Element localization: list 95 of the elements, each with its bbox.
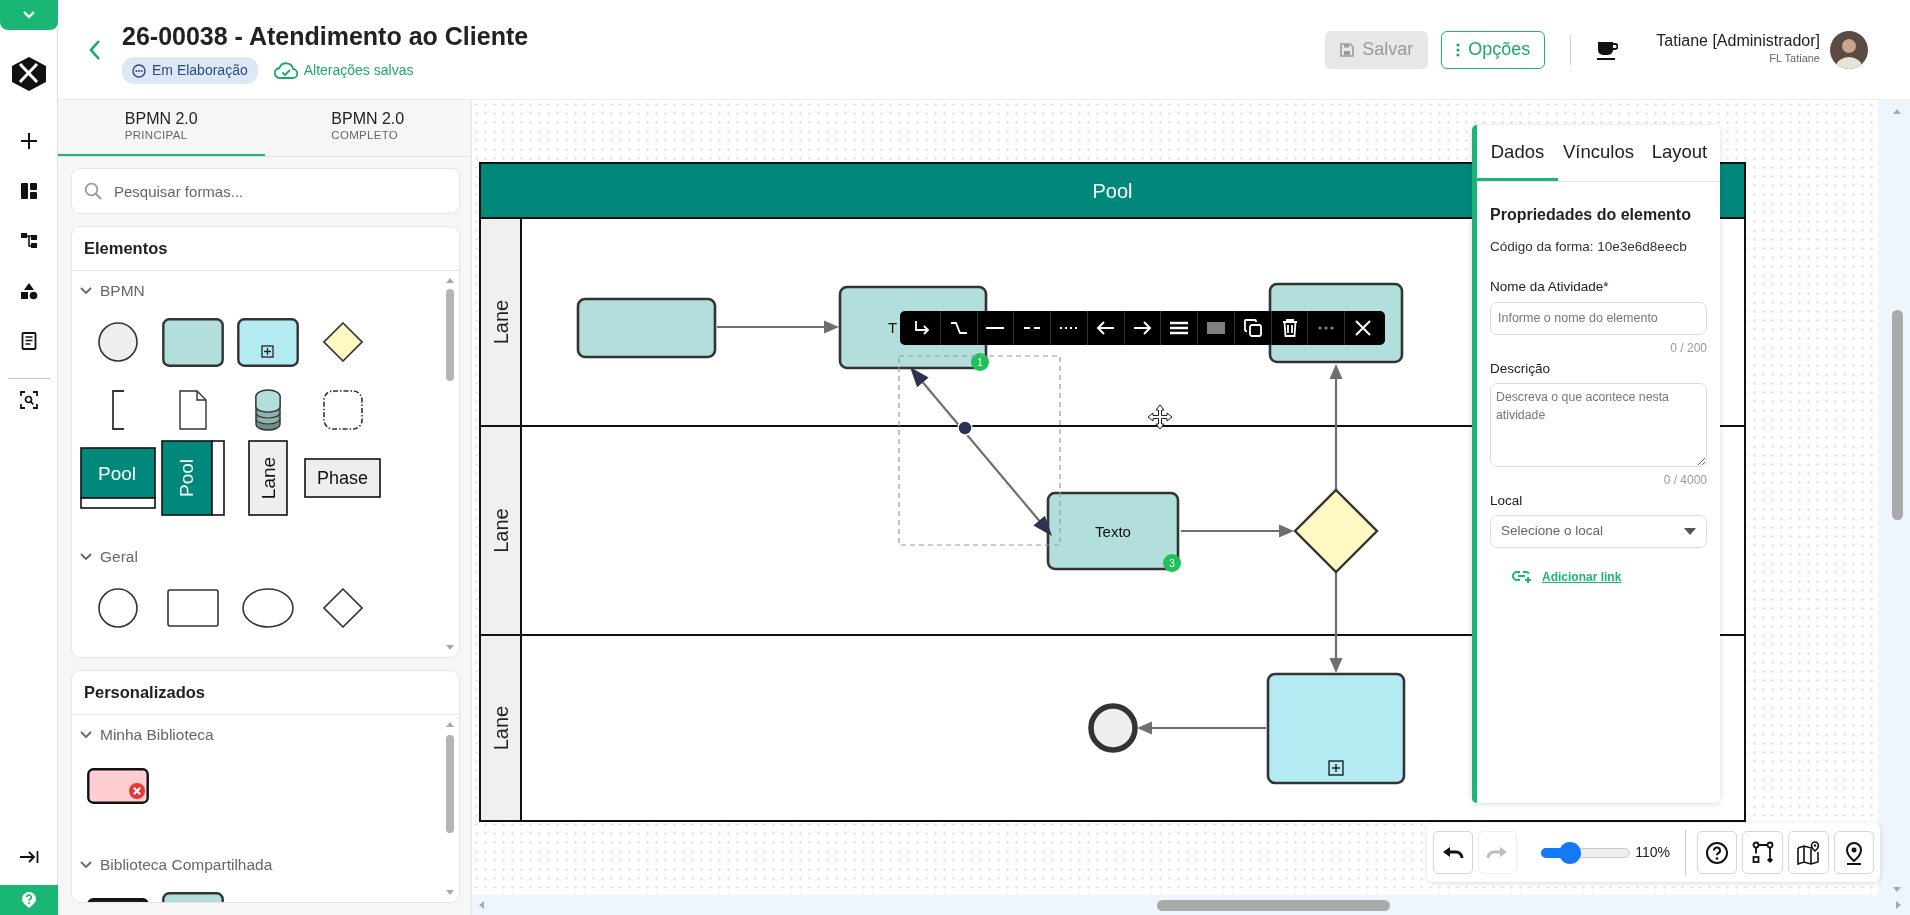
- help-icon: [1705, 840, 1730, 865]
- help-button[interactable]: [1696, 831, 1738, 874]
- user-avatar[interactable]: [1830, 30, 1868, 69]
- zoom-slider[interactable]: [1541, 841, 1631, 864]
- group-shape[interactable]: [322, 390, 363, 430]
- panel-tab[interactable]: Dados: [1477, 125, 1558, 181]
- connector[interactable]: [910, 367, 1052, 536]
- field-label: Descrição: [1490, 359, 1552, 378]
- end-event-shape[interactable]: [1088, 703, 1138, 753]
- diagram-title: 26-00038 - Atendimento ao Cliente: [122, 21, 529, 51]
- scrollbar-thumb[interactable]: [446, 735, 454, 833]
- map-button[interactable]: [1787, 831, 1829, 874]
- move-cursor-icon: [1147, 404, 1173, 430]
- group-header[interactable]: Minha Biblioteca: [72, 722, 459, 748]
- collapse-icon[interactable]: [18, 849, 39, 866]
- subprocess-shape[interactable]: [236, 317, 299, 367]
- search-icon: [84, 182, 102, 200]
- dashboard-icon[interactable]: [19, 182, 38, 200]
- gateway-shape[interactable]: [1293, 488, 1379, 574]
- shape-code: Código da forma: 10e3e6d8eecb: [1490, 238, 1688, 256]
- section-title: Personalizados: [84, 682, 206, 704]
- palette-tab[interactable]: BPMN 2.0 COMPLETO: [264, 100, 471, 156]
- plus-icon[interactable]: [19, 132, 38, 150]
- sequence-arrow[interactable]: [1329, 573, 1343, 673]
- shapes-icon[interactable]: [19, 282, 38, 300]
- group-header[interactable]: Biblioteca Compartilhada: [72, 852, 459, 878]
- save-status: Alterações salvas: [303, 61, 414, 80]
- chevron-down-icon: [80, 731, 92, 739]
- lane-shape[interactable]: Lane: [247, 440, 288, 516]
- help-icon[interactable]: [20, 891, 37, 909]
- search-field[interactable]: Pesquisar formas...: [71, 168, 460, 214]
- lane-label[interactable]: Lane: [479, 425, 522, 636]
- sequence-arrow[interactable]: [717, 320, 839, 334]
- circle-shape[interactable]: [97, 588, 138, 628]
- character-counter: 0 / 4000: [1662, 471, 1707, 489]
- status-badge: Em Elaboração: [122, 57, 258, 84]
- phase-shape[interactable]: Phase: [304, 458, 381, 498]
- hierarchy-icon[interactable]: [19, 232, 38, 250]
- save-icon: [1340, 42, 1355, 57]
- diamond-shape[interactable]: [322, 588, 363, 628]
- select-field[interactable]: Selecione o local: [1490, 515, 1707, 548]
- kebab-icon: [1456, 42, 1461, 57]
- subprocess-shape[interactable]: [1266, 672, 1406, 785]
- caret-icon: [1684, 528, 1696, 535]
- scrollbar[interactable]: [1892, 310, 1903, 520]
- scan-search-icon[interactable]: [19, 391, 38, 409]
- data-store-shape[interactable]: [253, 388, 282, 432]
- flow-icon: [1750, 840, 1775, 865]
- ellipse-shape[interactable]: [241, 588, 294, 628]
- expand-icon[interactable]: [21, 10, 36, 20]
- app-logo: [9, 55, 48, 93]
- back-icon[interactable]: [88, 38, 102, 61]
- input-field[interactable]: Informe o nome do elemento: [1490, 301, 1707, 335]
- scrollbar[interactable]: [1157, 900, 1390, 911]
- zoom-level: 110%: [1635, 843, 1670, 862]
- group-header[interactable]: BPMN: [72, 278, 459, 304]
- flow-button[interactable]: [1742, 831, 1783, 874]
- sequence-arrow[interactable]: [1329, 364, 1343, 490]
- sequence-arrow[interactable]: [1181, 524, 1294, 538]
- text-area[interactable]: Descreva o que acontece nesta atividade: [1490, 382, 1707, 467]
- undo-button[interactable]: [1433, 831, 1473, 874]
- chevron-down-icon: [80, 287, 92, 295]
- user-organization: FL Tatiane: [1768, 51, 1820, 67]
- field-label: Nome da Atividade*: [1490, 278, 1610, 297]
- rectangle-shape[interactable]: [166, 589, 219, 627]
- group-header[interactable]: Geral: [72, 544, 459, 570]
- start-event-shape[interactable]: [97, 322, 138, 362]
- palette-tab[interactable]: BPMN 2.0 PRINCIPAL: [58, 100, 265, 156]
- task-shape[interactable]: [161, 317, 224, 367]
- duplicate-icon[interactable]: [1242, 318, 1263, 338]
- task-shape[interactable]: [576, 297, 717, 359]
- count-badge: 3: [1163, 554, 1181, 572]
- cloud-check-icon: [273, 61, 298, 80]
- map-icon: [1796, 840, 1821, 865]
- error-task-shape[interactable]: [86, 768, 149, 804]
- sequence-arrow[interactable]: [1137, 721, 1266, 735]
- section-title: Elementos: [84, 238, 168, 260]
- lane-label[interactable]: Lane: [479, 217, 522, 427]
- close-icon[interactable]: [1353, 318, 1374, 338]
- count-badge: 1: [971, 353, 989, 371]
- annotation-shape[interactable]: [110, 390, 125, 430]
- scrollbar-thumb[interactable]: [446, 289, 454, 381]
- document-icon[interactable]: [20, 332, 37, 350]
- redo-icon: [1486, 845, 1509, 860]
- field-label: Local: [1490, 491, 1524, 510]
- chevron-down-icon: [80, 553, 92, 561]
- data-object-shape[interactable]: [178, 390, 207, 430]
- location-pin-button[interactable]: [1833, 831, 1875, 874]
- undo-icon: [1441, 845, 1464, 860]
- user-name: Tatiane [Administrador]: [1656, 32, 1820, 51]
- lane-label[interactable]: Lane: [479, 634, 522, 822]
- add-link-icon[interactable]: [1512, 569, 1532, 583]
- gateway-shape[interactable]: [322, 322, 363, 362]
- chevron-down-icon: [80, 861, 92, 869]
- character-counter: 0 / 200: [1669, 339, 1707, 357]
